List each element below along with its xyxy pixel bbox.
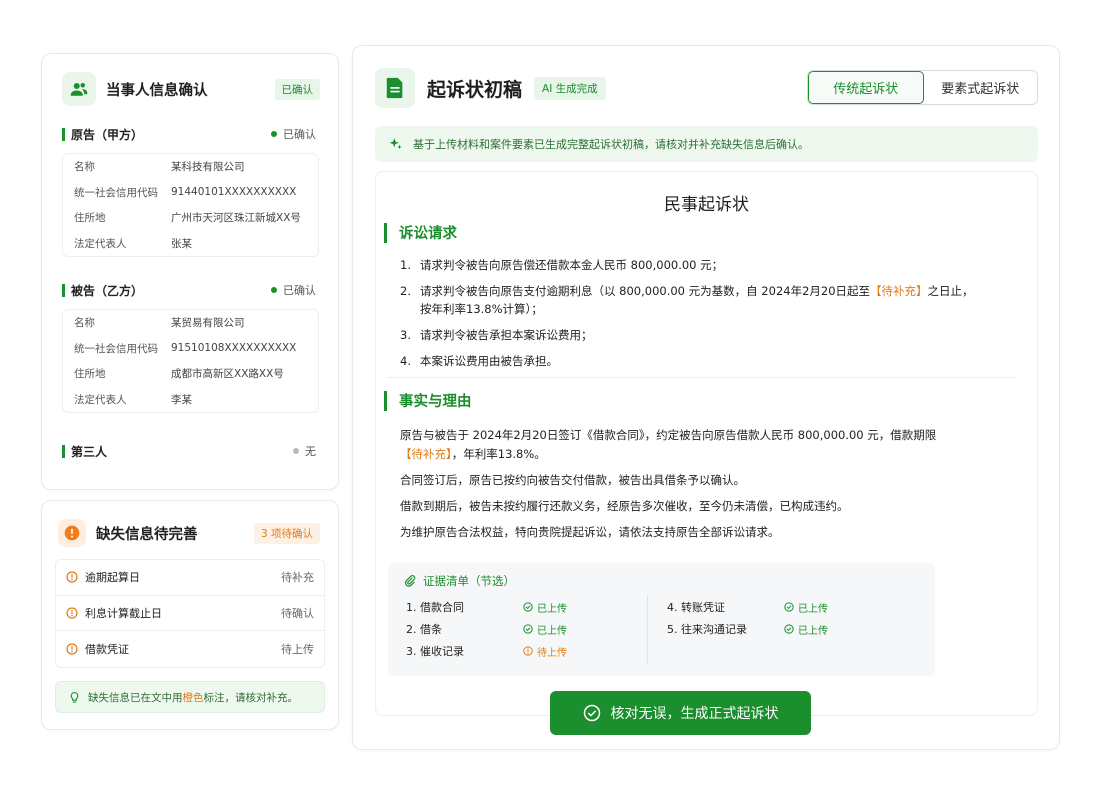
evidence-column-right: 4. 转账凭证 已上传 5. 往来沟通记录 已上传 [667,596,828,640]
info-row: 法定代表人 李某 [74,393,192,406]
evidence-item[interactable]: 3. 催收记录 待上传 [406,640,567,662]
party-confirmed-badge: 已确认 [274,78,320,100]
ai-info-banner: 基于上传材料和案件要素已生成完整起诉状初稿，请核对并补充缺失信息后确认。 [375,126,1038,162]
fact-paragraph: 借款到期后，被告未按约履行还款义务，经原告多次催收，至今仍未清偿，已构成违约。 [400,499,849,513]
complaint-document: 民事起诉状 诉讼请求 1. 请求判令被告向原告偿还借款本金人民币 800,000.… [375,171,1038,716]
claim-item: 1. 请求判令被告向原告偿还借款本金人民币 800,000.00 元； [400,258,724,272]
evidence-title: 证据清单（节选） [404,573,515,589]
defendant-heading: 被告（乙方） 已确认 [62,282,316,298]
facts-paragraphs: 原告与被告于 2024年2月20日签订《借款合同》，约定被告向原告借款人民币 8… [400,426,1020,542]
claims-heading: 诉讼请求 [384,222,457,243]
lightbulb-icon [70,691,79,703]
check-circle-icon [523,624,533,634]
defendant-status: 已确认 [271,282,316,298]
claims-list: 1. 请求判令被告向原告偿还借款本金人民币 800,000.00 元； 2. 请求判… [400,256,1020,370]
complaint-type-tabs: 传统起诉状 要素式起诉状 [807,70,1038,105]
party-card-header: 当事人信息确认 已确认 [62,72,320,106]
claim-item: 4. 本案诉讼费用由被告承担。 [400,354,558,368]
pending-marker[interactable]: 【待补充】 [870,284,928,298]
defendant-info-table: 名称 某贸易有限公司 统一社会信用代码 91510108XXXXXXXXXX 住所地… [62,309,319,413]
draft-header: 起诉状初稿 AI 生成完成 [375,68,606,108]
claim-item: 2. 请求判令被告向原告支付逾期利息（以 800,000.00 元为基数，自 20… [400,284,974,316]
check-circle-icon [523,602,533,612]
check-circle-icon [784,624,794,634]
ai-status-badge: AI 生成完成 [534,76,606,100]
info-row: 统一社会信用代码 91440101XXXXXXXXXX [74,186,297,199]
fact-paragraph: 为维护原告合法权益，特向贵院提起诉讼，请依法支持原告全部诉讼请求。 [400,525,780,539]
plaintiff-title: 原告（甲方） [71,127,144,142]
evidence-item[interactable]: 5. 往来沟通记录 已上传 [667,618,828,640]
pending-count-badge: 3 项待确认 [253,522,320,544]
evidence-item[interactable]: 4. 转账凭证 已上传 [667,596,828,618]
evidence-separator [647,595,648,665]
missing-card-title: 缺失信息待完善 [96,526,198,543]
evidence-item[interactable]: 2. 借条 已上传 [406,618,567,640]
third-party-title: 第三人 [71,444,108,459]
tab-traditional[interactable]: 传统起诉状 [808,71,924,104]
warning-circle-icon [523,646,533,656]
sparkle-icon [389,138,402,150]
info-row: 名称 某科技有限公司 [74,161,245,174]
missing-item[interactable]: 借款凭证 待上传 [56,631,324,667]
paperclip-icon [404,575,416,587]
party-card-title: 当事人信息确认 [106,82,208,99]
defendant-title: 被告（乙方） [71,283,144,298]
users-icon [62,72,96,106]
warning-circle-icon [66,643,78,655]
plaintiff-info-table: 名称 某科技有限公司 统一社会信用代码 91440101XXXXXXXXXX 住所地… [62,153,319,257]
warning-circle-icon [66,571,78,583]
evidence-column-left: 1. 借款合同 已上传 2. 借条 已上传 3. 催收记录 待上传 [406,596,567,662]
document-title: 民事起诉状 [664,195,749,215]
fact-paragraph: 合同签订后，原告已按约向被告交付借款，被告出具借条予以确认。 [400,473,745,487]
third-party-heading: 第三人 无 [62,443,316,459]
info-row: 统一社会信用代码 91510108XXXXXXXXXX [74,342,297,355]
missing-info-card: 缺失信息待完善 3 项待确认 逾期起算日 待补充 利息计算截止日 待确认 借款凭… [41,500,339,730]
info-row: 名称 某贸易有限公司 [74,317,245,330]
pending-marker[interactable]: 【待补充】 [400,447,452,461]
missing-items-list: 逾期起算日 待补充 利息计算截止日 待确认 借款凭证 待上传 [55,559,325,668]
document-icon [375,68,415,108]
check-circle-icon [784,602,794,612]
confirm-generate-button[interactable]: 核对无误，生成正式起诉状 [550,691,811,735]
section-divider [386,377,1015,378]
info-row: 住所地 广州市天河区珠江新城XX号 [74,212,301,225]
evidence-item[interactable]: 1. 借款合同 已上传 [406,596,567,618]
fact-paragraph: 原告与被告于 2024年2月20日签订《借款合同》，约定被告向原告借款人民币 8… [400,428,937,461]
claim-item: 3. 请求判令被告承担本案诉讼费用； [400,328,593,342]
third-party-status: 无 [293,443,316,459]
info-row: 法定代表人 张某 [74,237,192,250]
plaintiff-status: 已确认 [271,126,316,142]
tab-element-based[interactable]: 要素式起诉状 [924,71,1038,104]
warning-circle-icon [66,607,78,619]
plaintiff-heading: 原告（甲方） 已确认 [62,126,316,142]
missing-hint: 缺失信息已在文中用 橙色 标注，请核对补充。 [55,681,325,713]
missing-item[interactable]: 逾期起算日 待补充 [56,560,324,596]
missing-item[interactable]: 利息计算截止日 待确认 [56,596,324,631]
party-info-card: 当事人信息确认 已确认 原告（甲方） 已确认 名称 某科技有限公司 统一社会信用代… [41,53,339,490]
info-row: 住所地 成都市高新区XX路XX号 [74,368,284,381]
evidence-list: 证据清单（节选） 1. 借款合同 已上传 2. 借条 已上传 3. 催收记录 待… [388,563,935,676]
complaint-draft-card: 起诉状初稿 AI 生成完成 传统起诉状 要素式起诉状 基于上传材料和案件要素已生… [352,45,1060,750]
check-circle-icon [583,704,600,722]
missing-card-header: 缺失信息待完善 3 项待确认 [58,516,320,550]
facts-heading: 事实与理由 [384,390,472,411]
alert-icon [58,519,86,547]
draft-title: 起诉状初稿 [427,78,523,101]
